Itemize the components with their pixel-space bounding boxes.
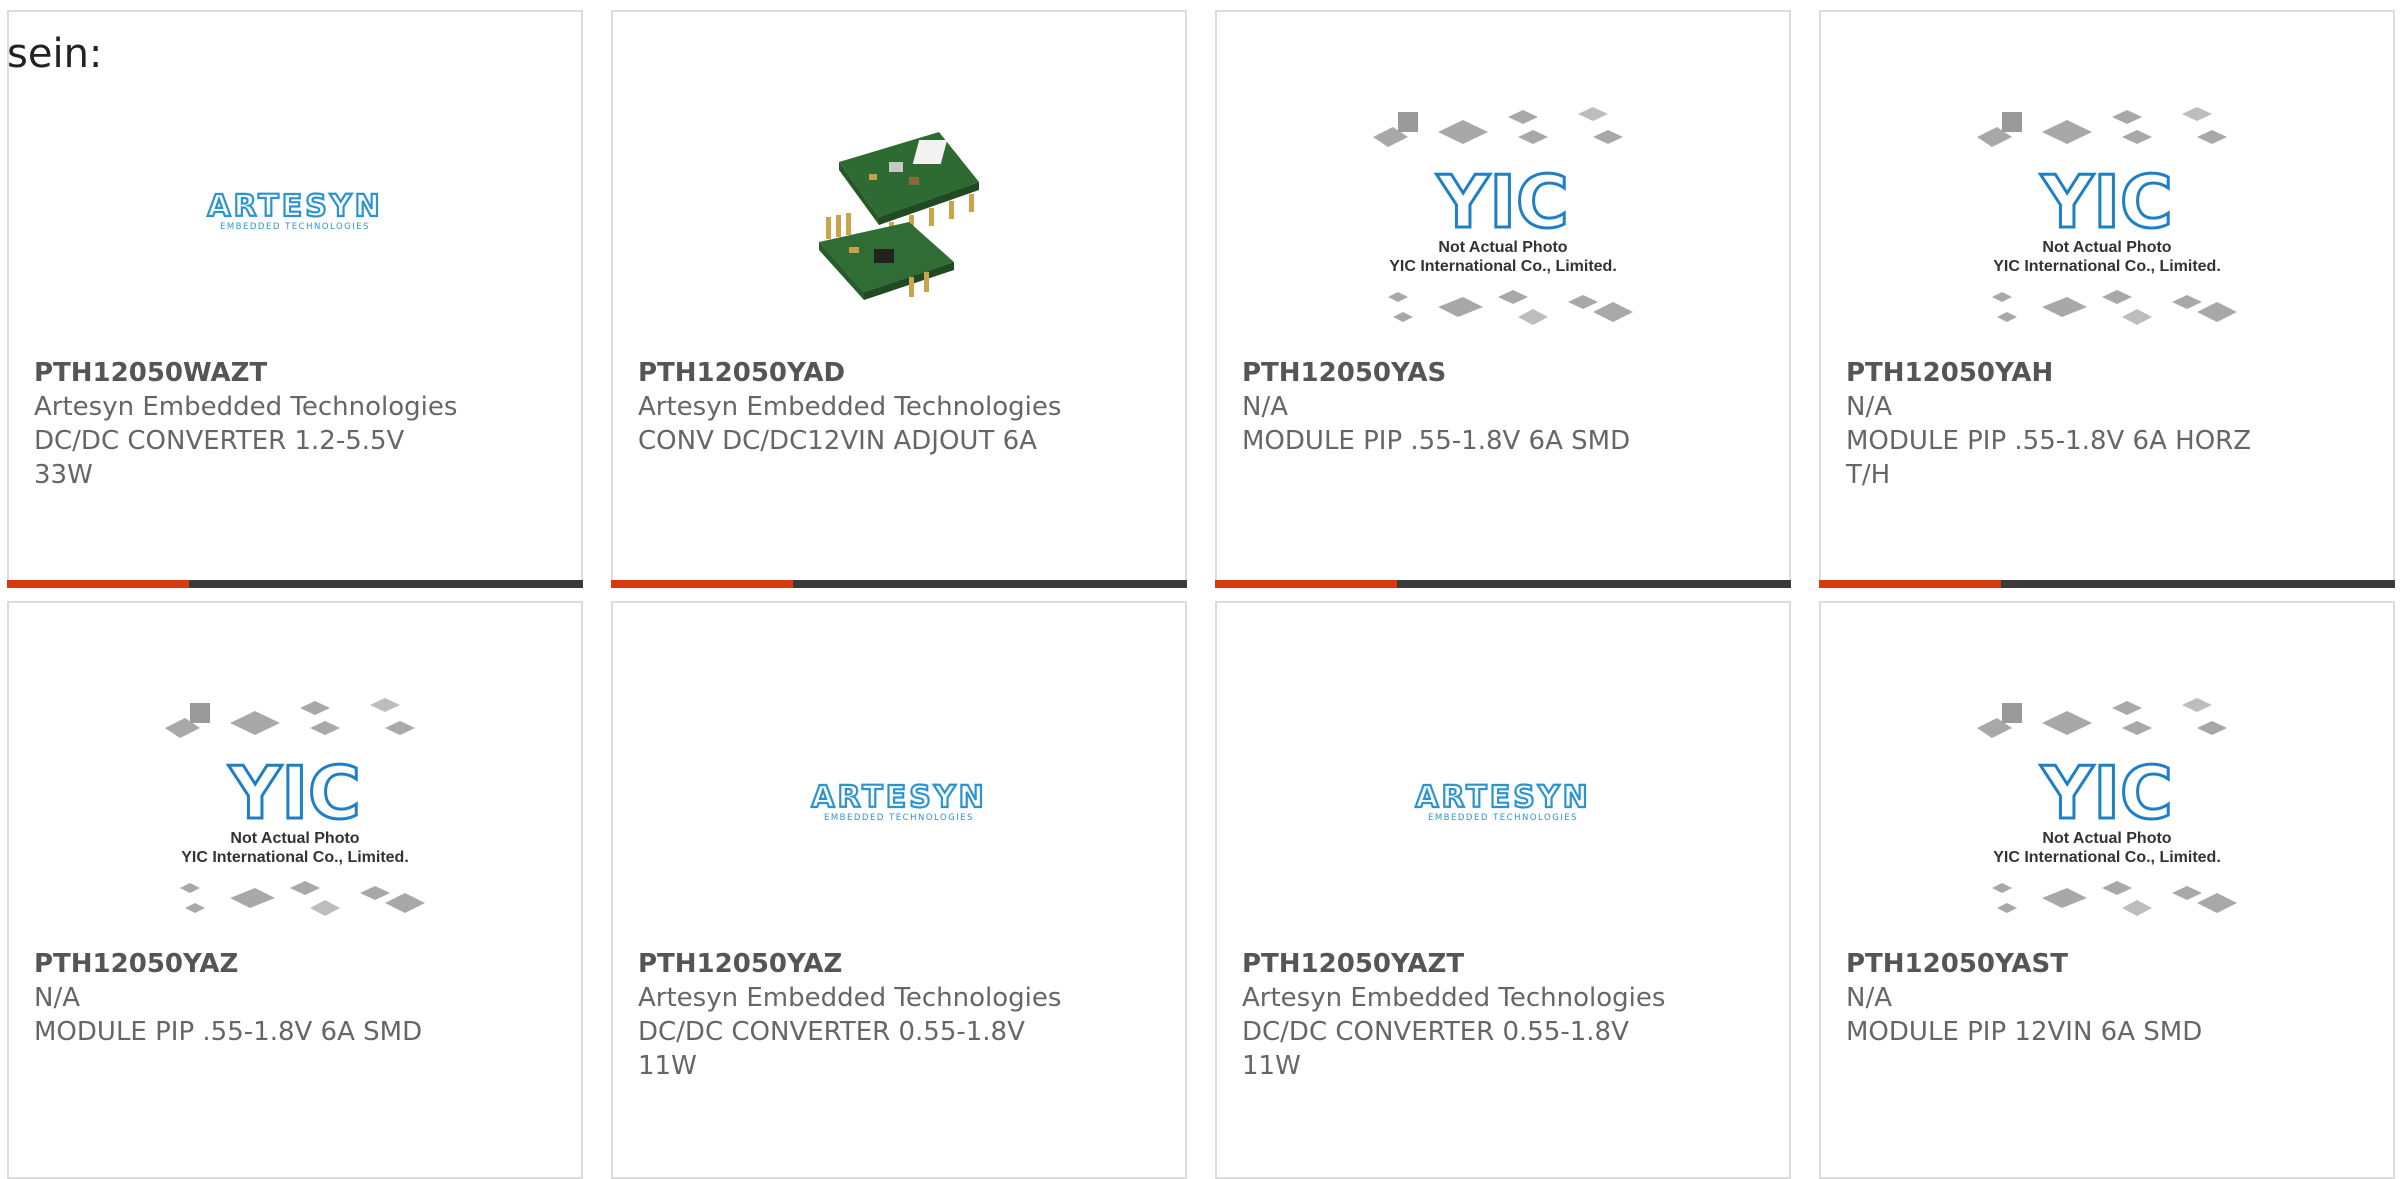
product-card[interactable]: ARTESYN EMBEDDED TECHNOLOGIES PTH12050YA…	[1215, 601, 1791, 1179]
yic-placeholder-image: YIC Not Actual Photo YIC International C…	[1821, 72, 2393, 352]
svg-text:YIC International Co., Limited: YIC International Co., Limited.	[1389, 258, 1617, 275]
product-card[interactable]: YIC Not Actual Photo YIC International C…	[1215, 10, 1791, 588]
manufacturer: Artesyn Embedded Technologies	[1242, 983, 1666, 1013]
manufacturer: N/A	[1846, 983, 1892, 1013]
svg-text:Not Actual Photo: Not Actual Photo	[2042, 830, 2171, 847]
part-number[interactable]: PTH12050WAZT	[34, 356, 561, 390]
svg-text:ARTESYN: ARTESYN	[811, 783, 986, 815]
manufacturer: Artesyn Embedded Technologies	[638, 983, 1062, 1013]
svg-text:EMBEDDED TECHNOLOGIES: EMBEDDED TECHNOLOGIES	[220, 222, 370, 232]
part-number[interactable]: PTH12050YAZT	[1242, 947, 1769, 981]
manufacturer: N/A	[34, 983, 80, 1013]
card-bar	[7, 580, 583, 588]
svg-text:YIC: YIC	[2040, 160, 2173, 244]
svg-text:YIC: YIC	[1436, 160, 1569, 244]
card-bar	[1215, 580, 1791, 588]
svg-text:EMBEDDED TECHNOLOGIES: EMBEDDED TECHNOLOGIES	[1428, 813, 1578, 823]
svg-text:Not Actual Photo: Not Actual Photo	[230, 830, 359, 847]
yic-placeholder-image: YIC Not Actual Photo YIC International C…	[1217, 72, 1789, 352]
svg-text:YIC: YIC	[2040, 751, 2173, 835]
part-number[interactable]: PTH12050YAH	[1846, 356, 2373, 390]
manufacturer: N/A	[1846, 392, 1892, 422]
yic-placeholder-image: YIC Not Actual Photo YIC International C…	[9, 663, 581, 943]
description: MODULE PIP .55-1.8V 6A HORZ T/H	[1846, 426, 2252, 490]
product-card[interactable]: ARTESYN EMBEDDED TECHNOLOGIES PTH12050WA…	[7, 10, 583, 588]
svg-text:Not Actual Photo: Not Actual Photo	[1438, 239, 1567, 256]
yic-placeholder-image: YIC Not Actual Photo YIC International C…	[1821, 663, 2393, 943]
product-card[interactable]: YIC Not Actual Photo YIC International C…	[7, 601, 583, 1179]
manufacturer: N/A	[1242, 392, 1288, 422]
artesyn-logo-image: ARTESYN EMBEDDED TECHNOLOGIES	[613, 663, 1185, 943]
artesyn-logo-image: ARTESYN EMBEDDED TECHNOLOGIES	[9, 72, 581, 352]
artesyn-logo-image: ARTESYN EMBEDDED TECHNOLOGIES	[1217, 663, 1789, 943]
description: CONV DC/DC12VIN ADJOUT 6A	[638, 426, 1037, 456]
header-label: sein:	[7, 31, 103, 77]
svg-text:ARTESYN: ARTESYN	[207, 192, 382, 224]
product-card[interactable]: PTH12050YAD Artesyn Embedded Technologie…	[611, 10, 1187, 588]
description: MODULE PIP 12VIN 6A SMD	[1846, 1017, 2203, 1047]
product-card[interactable]: YIC Not Actual Photo YIC International C…	[1819, 601, 2395, 1179]
svg-text:YIC International Co., Limited: YIC International Co., Limited.	[1993, 258, 2221, 275]
module-photo-image	[613, 72, 1185, 352]
svg-text:YIC International Co., Limited: YIC International Co., Limited.	[1993, 849, 2221, 866]
svg-text:ARTESYN: ARTESYN	[1415, 783, 1590, 815]
description: MODULE PIP .55-1.8V 6A SMD	[34, 1017, 423, 1047]
svg-text:YIC: YIC	[228, 751, 361, 835]
product-card[interactable]: ARTESYN EMBEDDED TECHNOLOGIES PTH12050YA…	[611, 601, 1187, 1179]
description: DC/DC CONVERTER 1.2-5.5V 33W	[34, 426, 405, 490]
description: DC/DC CONVERTER 0.55-1.8V 11W	[638, 1017, 1025, 1081]
part-number[interactable]: PTH12050YAS	[1242, 356, 1769, 390]
card-bar	[611, 580, 1187, 588]
svg-text:Not Actual Photo: Not Actual Photo	[2042, 239, 2171, 256]
product-card[interactable]: YIC Not Actual Photo YIC International C…	[1819, 10, 2395, 588]
part-number[interactable]: PTH12050YAZ	[34, 947, 561, 981]
svg-text:EMBEDDED TECHNOLOGIES: EMBEDDED TECHNOLOGIES	[824, 813, 974, 823]
part-number[interactable]: PTH12050YAZ	[638, 947, 1165, 981]
svg-text:YIC International Co., Limited: YIC International Co., Limited.	[181, 849, 409, 866]
description: MODULE PIP .55-1.8V 6A SMD	[1242, 426, 1631, 456]
manufacturer: Artesyn Embedded Technologies	[34, 392, 458, 422]
part-number[interactable]: PTH12050YAST	[1846, 947, 2373, 981]
card-bar	[1819, 580, 2395, 588]
part-number[interactable]: PTH12050YAD	[638, 356, 1165, 390]
manufacturer: Artesyn Embedded Technologies	[638, 392, 1062, 422]
description: DC/DC CONVERTER 0.55-1.8V 11W	[1242, 1017, 1629, 1081]
